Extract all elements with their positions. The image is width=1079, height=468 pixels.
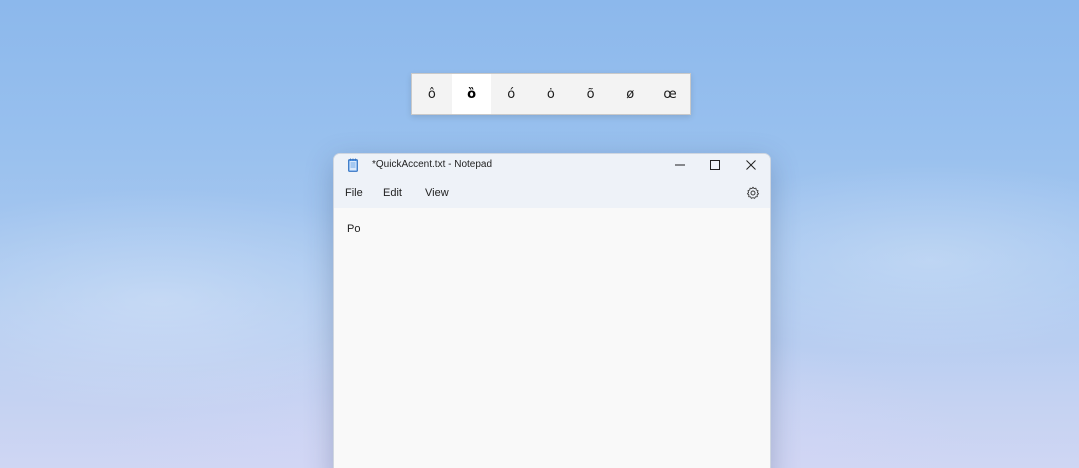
- accent-key-6[interactable]: ø: [610, 74, 650, 114]
- gear-icon: [746, 186, 760, 203]
- notepad-window: *QuickAccent.txt - Notepad File Edit Vie…: [333, 153, 771, 468]
- accent-key-5[interactable]: õ: [571, 74, 611, 114]
- minimize-icon: [675, 157, 685, 175]
- menu-file[interactable]: File: [345, 187, 363, 199]
- menu-bar: File Edit View: [334, 178, 770, 208]
- accent-key-3[interactable]: ó: [491, 74, 531, 114]
- text-editor[interactable]: Po: [334, 209, 770, 468]
- quick-accent-toolbar: ô ȍ ó ȯ õ ø œ: [411, 73, 691, 115]
- menu-edit[interactable]: Edit: [383, 187, 402, 199]
- notepad-icon: [348, 158, 358, 172]
- settings-button[interactable]: [746, 186, 760, 200]
- maximize-icon: [710, 157, 720, 175]
- close-button[interactable]: [733, 154, 769, 178]
- menu-view[interactable]: View: [425, 187, 449, 199]
- window-title: *QuickAccent.txt - Notepad: [372, 159, 493, 170]
- minimize-button[interactable]: [662, 154, 698, 178]
- maximize-button[interactable]: [697, 154, 733, 178]
- accent-key-7[interactable]: œ: [650, 74, 690, 114]
- accent-key-1[interactable]: ô: [412, 74, 452, 114]
- editor-content: Po: [347, 223, 361, 235]
- title-bar[interactable]: *QuickAccent.txt - Notepad: [334, 154, 770, 178]
- accent-key-4[interactable]: ȯ: [531, 74, 571, 114]
- desktop-background: ô ȍ ó ȯ õ ø œ *QuickAccent.txt - Notepad…: [0, 0, 1079, 468]
- accent-key-2-selected[interactable]: ȍ: [451, 74, 492, 114]
- close-icon: [746, 157, 756, 175]
